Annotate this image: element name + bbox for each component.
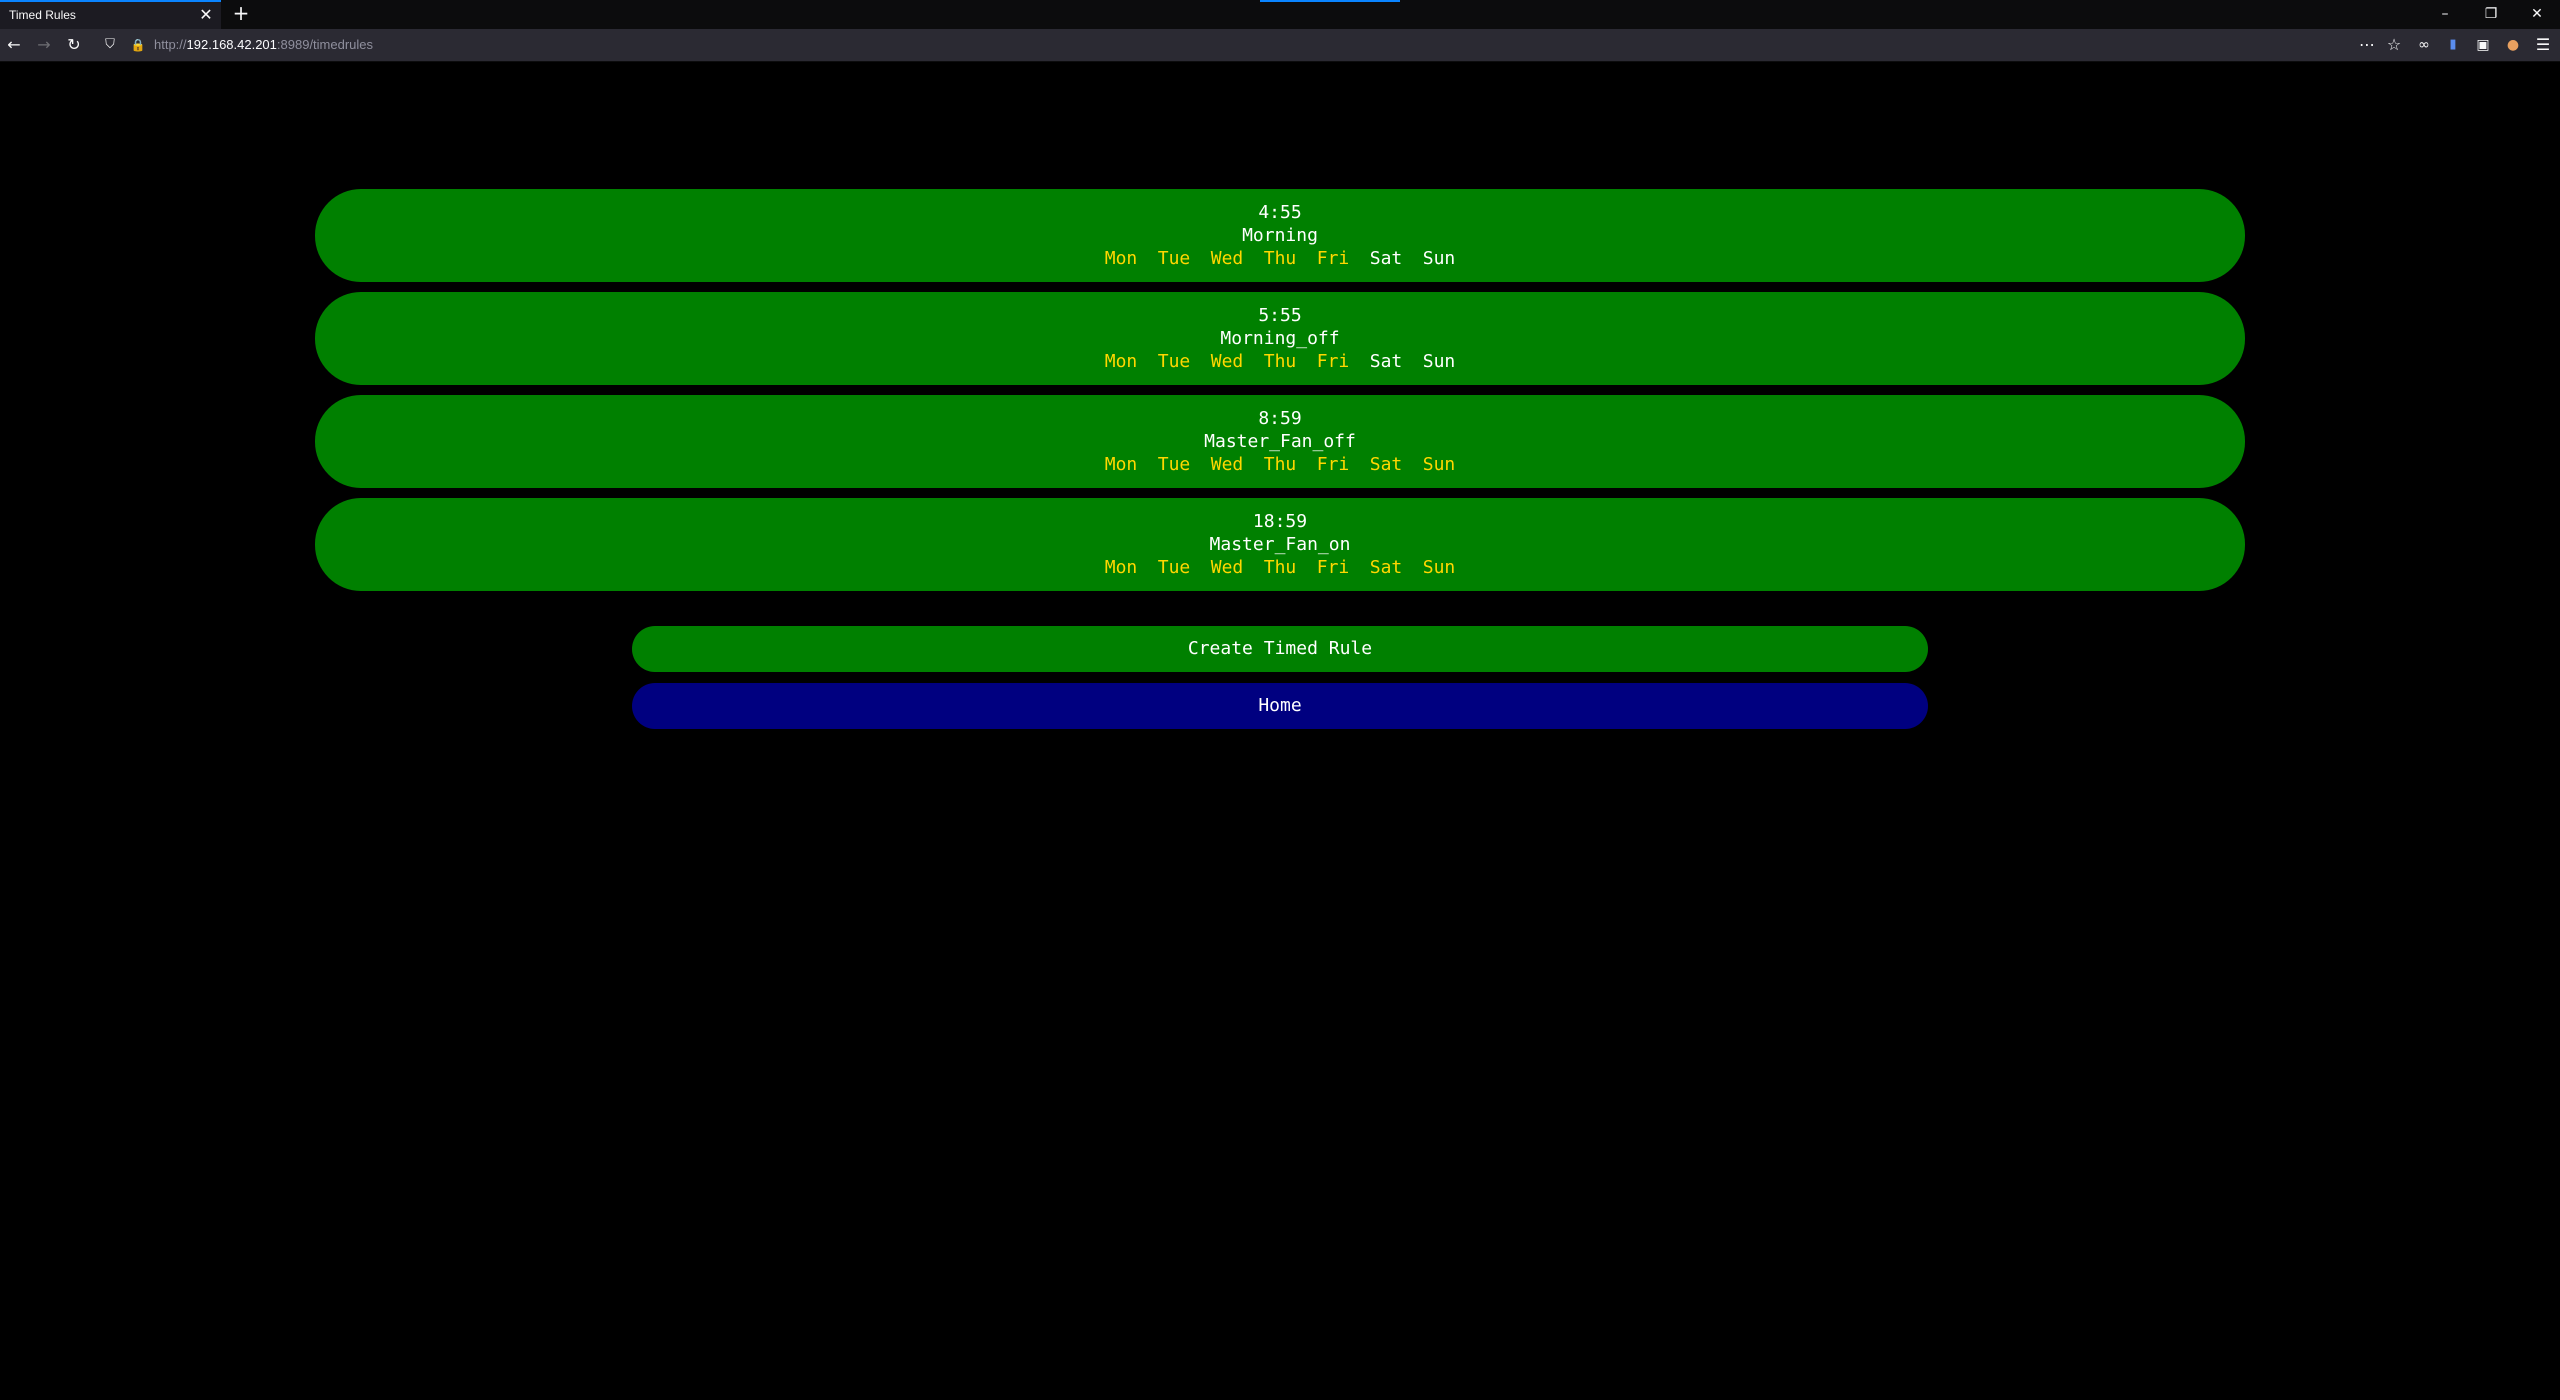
day-wed: Wed (1210, 454, 1244, 475)
day-mon: Mon (1104, 248, 1138, 269)
day-fri: Fri (1316, 248, 1350, 269)
rule-days: Mon Tue Wed Thu Fri Sat Sun (315, 350, 2245, 373)
active-tab[interactable]: Timed Rules ✕ (0, 0, 221, 29)
day-thu: Thu (1263, 351, 1297, 372)
url-text[interactable]: http://192.168.42.201:8989/timedrules (154, 37, 373, 52)
url-bar[interactable]: http://192.168.42.201:8989/timedrules (96, 32, 2426, 58)
timed-rule-item[interactable]: 18:59 Master_Fan_on Mon Tue Wed Thu Fri Sat Sun (315, 498, 2245, 591)
day-tue: Tue (1157, 454, 1191, 475)
rule-name: Master_Fan_off (1204, 431, 1356, 452)
rule-days: Mon Tue Wed Thu Fri Sat Sun (315, 556, 2245, 579)
rule-days: Mon Tue Wed Thu Fri Sat Sun (315, 247, 2245, 270)
day-fri: Fri (1316, 557, 1350, 578)
rule-time: 4:55 (1258, 202, 1302, 223)
day-wed: Wed (1210, 557, 1244, 578)
sidebar-icon[interactable]: ▣ (2472, 34, 2494, 56)
day-tue: Tue (1157, 248, 1191, 269)
day-mon: Mon (1104, 351, 1138, 372)
account-icon[interactable]: ● (2502, 34, 2524, 56)
create-timed-rule-button[interactable]: Create Timed Rule (632, 626, 1928, 672)
tab-title: Timed Rules (9, 8, 76, 22)
day-mon: Mon (1104, 454, 1138, 475)
rule-time: 8:59 (1258, 408, 1302, 429)
day-fri: Fri (1316, 351, 1350, 372)
restore-icon[interactable]: ❐ (2468, 0, 2514, 29)
day-sat: Sat (1369, 557, 1403, 578)
rule-days: Mon Tue Wed Thu Fri Sat Sun (315, 453, 2245, 476)
day-wed: Wed (1210, 351, 1244, 372)
day-sun: Sun (1422, 454, 1456, 475)
close-tab-icon[interactable]: ✕ (196, 5, 216, 25)
back-icon[interactable]: ← (3, 34, 25, 56)
day-thu: Thu (1263, 248, 1297, 269)
tab-indicator (1260, 0, 1400, 2)
timed-rule-item[interactable]: 8:59 Master_Fan_off Mon Tue Wed Thu Fri Sat Sun (315, 395, 2245, 488)
day-thu: Thu (1263, 557, 1297, 578)
rule-name: Morning_off (1220, 328, 1340, 349)
reload-icon[interactable]: ↻ (63, 34, 85, 56)
day-sat: Sat (1369, 248, 1403, 269)
rule-time: 18:59 (1252, 511, 1308, 532)
day-fri: Fri (1316, 454, 1350, 475)
day-sat: Sat (1369, 454, 1403, 475)
menu-icon[interactable]: ☰ (2532, 34, 2554, 56)
day-mon: Mon (1104, 557, 1138, 578)
navigation-toolbar: ← → ↻ ⛉ 🔒 http://192.168.42.201:8989/tim… (0, 29, 2560, 62)
day-sun: Sun (1422, 248, 1456, 269)
bookmark-star-icon[interactable]: ☆ (2383, 34, 2405, 56)
rule-name: Morning (1242, 225, 1318, 246)
day-thu: Thu (1263, 454, 1297, 475)
day-tue: Tue (1157, 351, 1191, 372)
timed-rules-list: 4:55 Morning Mon Tue Wed Thu Fri Sat Sun 5:55 Morn… (315, 189, 2245, 601)
day-sun: Sun (1422, 557, 1456, 578)
extension-icon[interactable]: ▮ (2442, 34, 2464, 56)
rule-name: Master_Fan_on (1209, 534, 1351, 555)
day-sat: Sat (1369, 351, 1403, 372)
close-window-icon[interactable]: ✕ (2514, 0, 2560, 29)
forward-icon[interactable]: → (33, 34, 55, 56)
day-sun: Sun (1422, 351, 1456, 372)
timed-rule-item[interactable]: 4:55 Morning Mon Tue Wed Thu Fri Sat Sun (315, 189, 2245, 282)
day-wed: Wed (1210, 248, 1244, 269)
page-actions-icon[interactable]: ⋯ (2356, 34, 2378, 56)
extension-icon[interactable]: ∞ (2413, 34, 2435, 56)
tab-strip: Timed Rules ✕ + – ❐ ✕ (0, 0, 2560, 29)
new-tab-icon[interactable]: + (230, 2, 252, 24)
home-button[interactable]: Home (632, 683, 1928, 729)
minimize-icon[interactable]: – (2422, 0, 2468, 29)
timed-rule-item[interactable]: 5:55 Morning_off Mon Tue Wed Thu Fri Sat Sun (315, 292, 2245, 385)
day-tue: Tue (1157, 557, 1191, 578)
rule-time: 5:55 (1258, 305, 1302, 326)
